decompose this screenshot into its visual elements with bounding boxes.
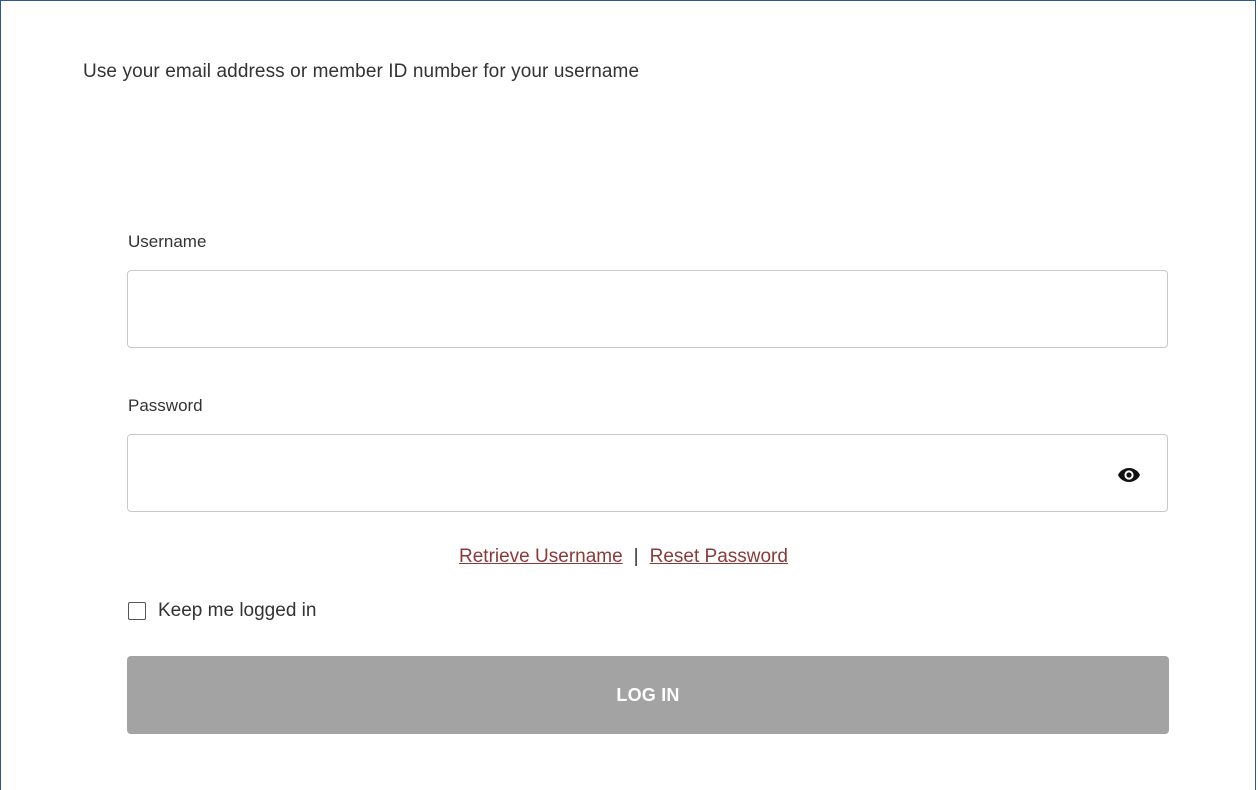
keep-logged-in-label: Keep me logged in — [158, 600, 317, 621]
username-help-text: Use your email address or member ID numb… — [83, 61, 640, 82]
username-label: Username — [128, 232, 207, 251]
reset-password-link[interactable]: Reset Password — [650, 546, 788, 567]
link-separator: | — [633, 546, 639, 567]
username-input[interactable] — [127, 270, 1168, 348]
retrieve-username-link[interactable]: Retrieve Username — [459, 546, 623, 567]
eye-icon[interactable] — [1117, 463, 1141, 487]
password-label: Password — [128, 396, 203, 415]
keep-logged-in-checkbox[interactable] — [128, 602, 146, 620]
password-input[interactable] — [127, 434, 1168, 512]
login-button[interactable]: LOG IN — [127, 656, 1169, 734]
keep-logged-in-row[interactable]: Keep me logged in — [128, 600, 316, 622]
